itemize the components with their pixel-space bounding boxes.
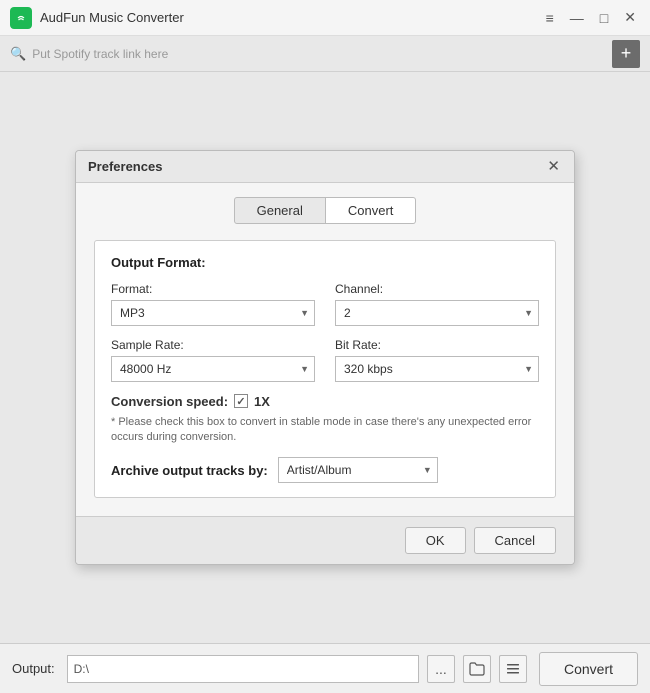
search-input-placeholder[interactable]: Put Spotify track link here xyxy=(32,47,612,61)
samplerate-select-wrap: 8000 Hz 11025 Hz 16000 Hz 22050 Hz 32000… xyxy=(111,356,315,382)
app-title: AudFun Music Converter xyxy=(40,10,542,25)
format-group: Format: MP3 AAC FLAC WAV OGG AIFF xyxy=(111,282,315,326)
list-button[interactable] xyxy=(499,655,527,683)
samplerate-select[interactable]: 8000 Hz 11025 Hz 16000 Hz 22050 Hz 32000… xyxy=(111,356,315,382)
dialog-backdrop: Preferences ✕ General Convert Output For… xyxy=(0,72,650,643)
tab-general[interactable]: General xyxy=(234,197,326,224)
browse-dots-button[interactable]: ... xyxy=(427,655,455,683)
folder-button[interactable] xyxy=(463,655,491,683)
bitrate-select[interactable]: 128 kbps 192 kbps 256 kbps 320 kbps xyxy=(335,356,539,382)
samplerate-bitrate-row: Sample Rate: 8000 Hz 11025 Hz 16000 Hz 2… xyxy=(111,338,539,382)
conversion-speed-row: Conversion speed: ✓ 1X xyxy=(111,394,539,409)
title-bar: AudFun Music Converter ≡ — □ ✕ xyxy=(0,0,650,36)
channel-select-wrap: 1 2 xyxy=(335,300,539,326)
cancel-button[interactable]: Cancel xyxy=(474,527,556,554)
maximize-button[interactable]: □ xyxy=(596,8,612,28)
channel-select[interactable]: 1 2 xyxy=(335,300,539,326)
format-select-wrap: MP3 AAC FLAC WAV OGG AIFF xyxy=(111,300,315,326)
ok-button[interactable]: OK xyxy=(405,527,466,554)
format-channel-row: Format: MP3 AAC FLAC WAV OGG AIFF xyxy=(111,282,539,326)
output-label: Output: xyxy=(12,661,55,676)
conversion-speed-checkbox[interactable]: ✓ xyxy=(234,394,248,408)
menu-icon[interactable]: ≡ xyxy=(542,8,558,28)
channel-group: Channel: 1 2 xyxy=(335,282,539,326)
archive-label: Archive output tracks by: xyxy=(111,463,268,478)
archive-select-wrap: None Artist Album Artist/Album xyxy=(278,457,438,483)
search-icon: 🔍 xyxy=(10,46,26,62)
archive-select[interactable]: None Artist Album Artist/Album xyxy=(278,457,438,483)
format-select[interactable]: MP3 AAC FLAC WAV OGG AIFF xyxy=(111,300,315,326)
convert-button[interactable]: Convert xyxy=(539,652,638,686)
bitrate-label: Bit Rate: xyxy=(335,338,539,352)
bitrate-group: Bit Rate: 128 kbps 192 kbps 256 kbps 320… xyxy=(335,338,539,382)
conversion-speed-value: 1X xyxy=(254,394,270,409)
window-controls: ≡ — □ ✕ xyxy=(542,7,640,28)
close-button[interactable]: ✕ xyxy=(620,7,640,28)
dialog-footer: OK Cancel xyxy=(76,516,574,564)
dialog-body: General Convert Output Format: Format: M… xyxy=(76,183,574,517)
bottom-bar: Output: ... Convert xyxy=(0,643,650,693)
tab-convert[interactable]: Convert xyxy=(326,197,417,224)
add-track-button[interactable]: + xyxy=(612,40,640,68)
conversion-speed-note: * Please check this box to convert in st… xyxy=(111,415,539,446)
minimize-button[interactable]: — xyxy=(566,8,588,28)
preferences-dialog: Preferences ✕ General Convert Output For… xyxy=(75,150,575,566)
archive-row: Archive output tracks by: None Artist Al… xyxy=(111,457,539,483)
format-label: Format: xyxy=(111,282,315,296)
conversion-speed-label: Conversion speed: xyxy=(111,394,228,409)
output-path-input[interactable] xyxy=(67,655,419,683)
search-bar: 🔍 Put Spotify track link here + xyxy=(0,36,650,72)
convert-content-box: Output Format: Format: MP3 AAC FLAC WAV xyxy=(94,240,556,499)
dialog-title: Preferences xyxy=(88,159,162,174)
main-area: Preferences ✕ General Convert Output For… xyxy=(0,72,650,643)
samplerate-label: Sample Rate: xyxy=(111,338,315,352)
dialog-tabs: General Convert xyxy=(94,197,556,224)
bitrate-select-wrap: 128 kbps 192 kbps 256 kbps 320 kbps xyxy=(335,356,539,382)
output-format-label: Output Format: xyxy=(111,255,539,270)
dialog-title-bar: Preferences ✕ xyxy=(76,151,574,183)
dialog-close-button[interactable]: ✕ xyxy=(545,159,562,174)
channel-label: Channel: xyxy=(335,282,539,296)
samplerate-group: Sample Rate: 8000 Hz 11025 Hz 16000 Hz 2… xyxy=(111,338,315,382)
app-logo xyxy=(10,7,32,29)
